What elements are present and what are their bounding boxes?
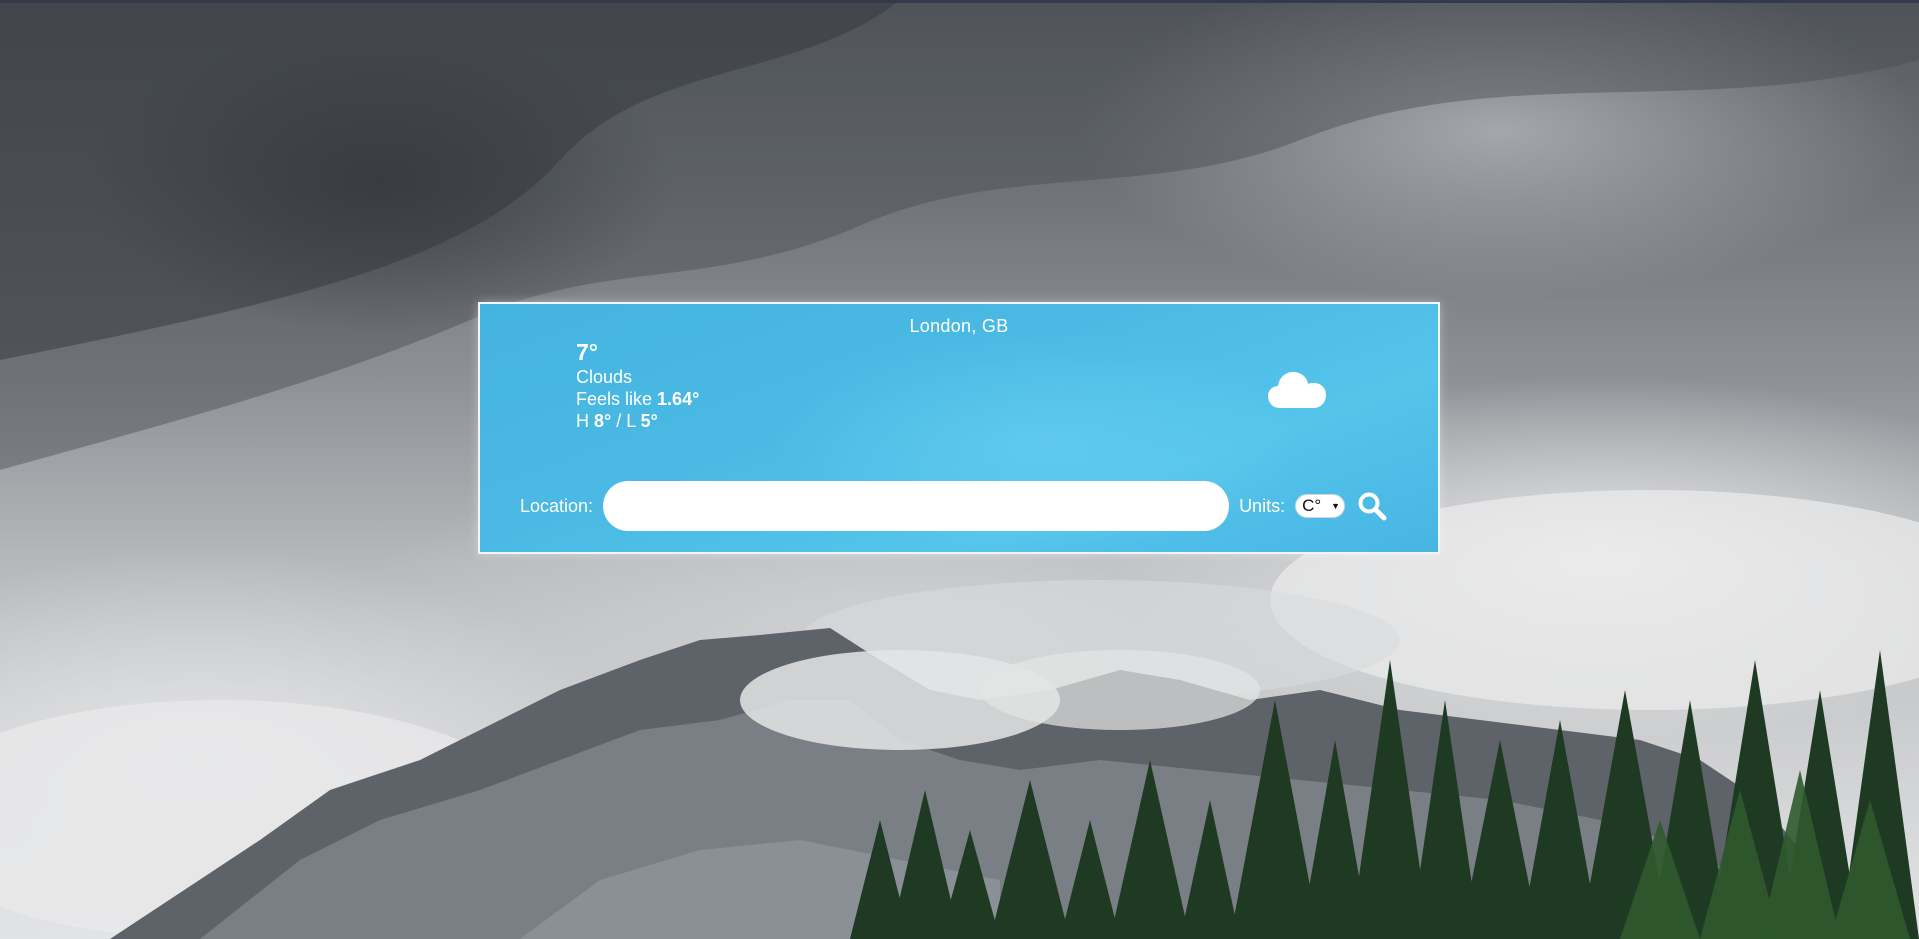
chevron-down-icon: ▼	[1331, 501, 1341, 511]
low-value: 5°	[640, 411, 658, 431]
current-temperature: 7°	[576, 339, 598, 365]
search-row: Location: Units: C° ▼	[520, 480, 1389, 532]
search-icon	[1358, 492, 1387, 521]
location-input[interactable]	[603, 481, 1230, 531]
low-label: L	[626, 411, 636, 431]
weather-condition: Clouds	[576, 367, 633, 387]
feels-like-value: 1.64°	[657, 389, 700, 409]
high-value: 8°	[594, 411, 612, 431]
page-background: London, GB 7° Clouds Feels like 1.64° H …	[0, 0, 1919, 939]
feels-like-line: Feels like 1.64°	[576, 388, 699, 410]
units-selected-value: C°	[1302, 496, 1322, 515]
high-low-line: H 8° / L 5°	[576, 410, 699, 432]
location-title: London, GB	[909, 316, 1009, 336]
units-select[interactable]: C° ▼	[1295, 494, 1346, 518]
weather-card: London, GB 7° Clouds Feels like 1.64° H …	[478, 302, 1440, 554]
high-low-separator: /	[616, 411, 622, 431]
cloud-icon	[1268, 372, 1326, 408]
location-label: Location:	[520, 495, 594, 516]
high-label: H	[576, 411, 589, 431]
weather-stats: 7° Clouds Feels like 1.64° H 8° / L 5°	[576, 338, 699, 432]
search-button[interactable]	[1355, 489, 1389, 523]
units-label: Units:	[1239, 495, 1286, 516]
feels-like-label: Feels like	[576, 389, 653, 409]
